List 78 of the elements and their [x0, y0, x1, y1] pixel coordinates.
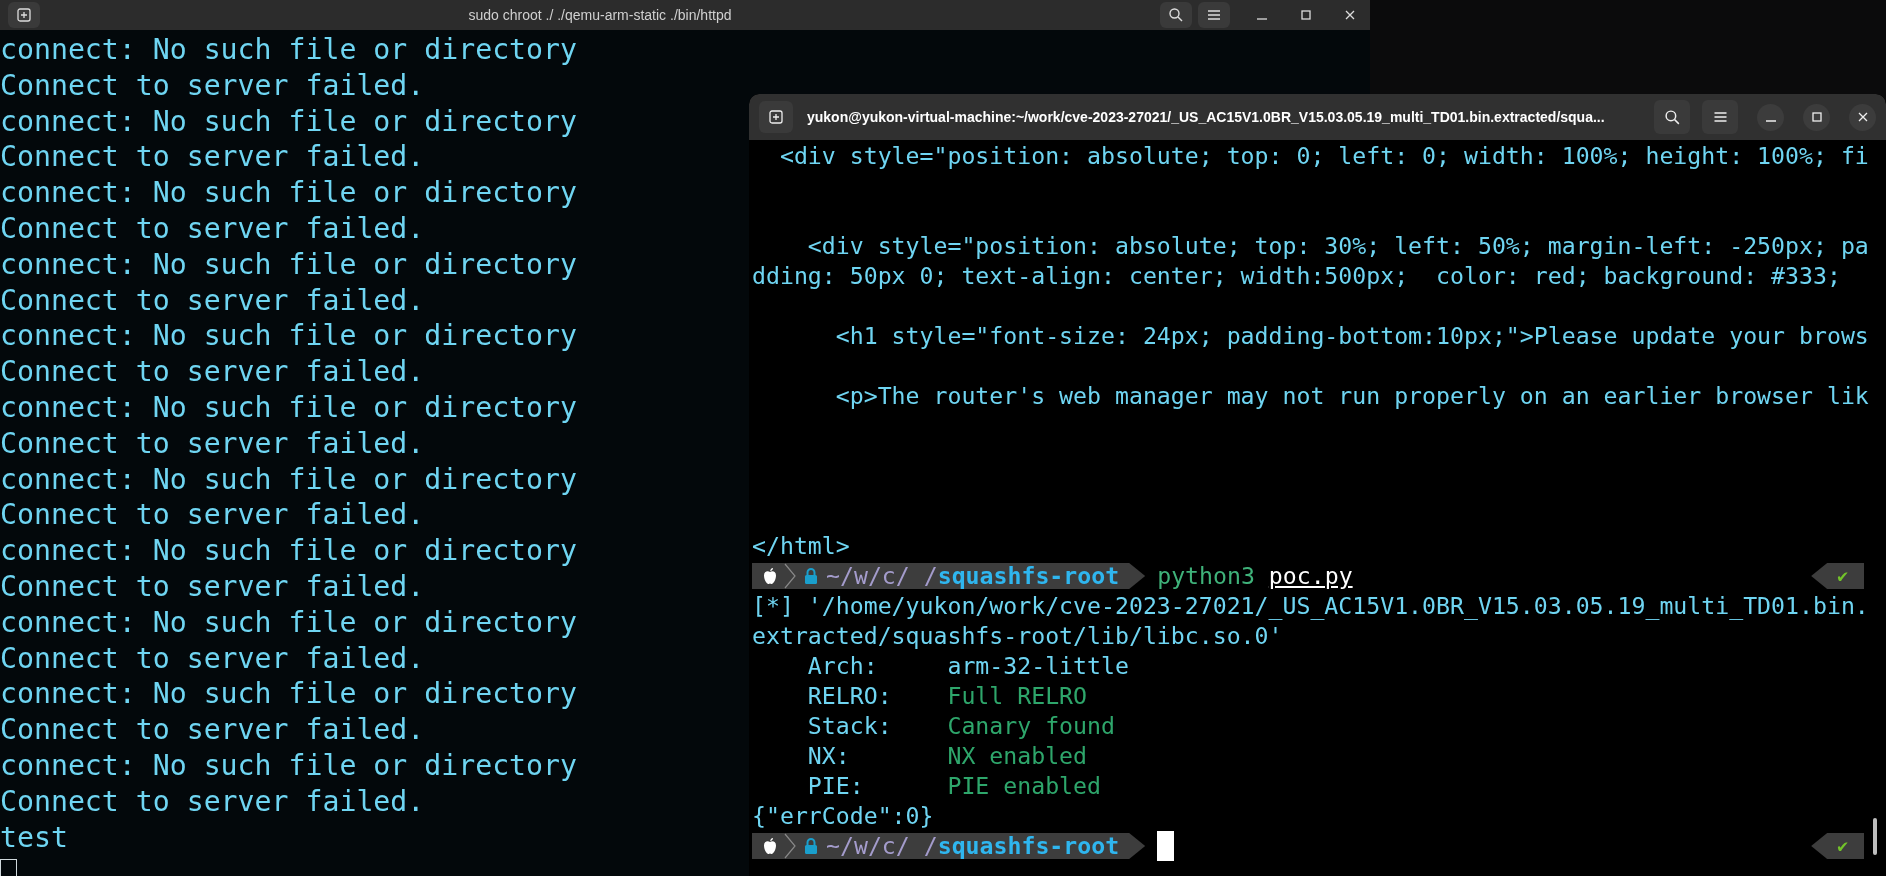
output-line: test — [0, 819, 68, 856]
output-line: <div style="position: absolute; top: 0; left: 0; width: 100%; height: 100%; fi — [778, 141, 1870, 171]
window-title: sudo chroot ./ ./qemu-arm-static ./bin/httpd — [467, 7, 733, 23]
output-line: extracted/squashfs-root/lib/libc.so.0' — [752, 621, 1284, 651]
output-line: connect: No such file or directory — [0, 676, 577, 713]
close-icon — [1345, 10, 1355, 20]
maximize-button[interactable] — [1803, 103, 1830, 131]
minimize-icon — [1765, 119, 1776, 122]
lock-icon — [804, 567, 818, 585]
field-value: PIE enabled — [947, 771, 1101, 801]
output-line: Connect to server failed. — [0, 139, 425, 176]
field-label: Arch: — [807, 651, 879, 681]
search-icon — [1663, 108, 1681, 126]
output-line: {"errCode":0} — [752, 801, 935, 831]
new-tab-button[interactable] — [759, 101, 793, 133]
output-line: connect: No such file or directory — [0, 175, 577, 211]
menu-icon — [1712, 111, 1728, 123]
prompt-path: ~/w/c/_/squashfs-root — [826, 561, 1120, 591]
field-value: arm-32-little — [947, 651, 1129, 681]
scrollbar-thumb[interactable] — [1873, 818, 1877, 855]
output-line: Connect to server failed. — [0, 211, 425, 247]
output-line: Connect to server failed. — [0, 640, 425, 677]
output-line: Connect to server failed. — [0, 712, 425, 748]
output-line: Connect to server failed. — [0, 425, 425, 462]
output-line: Connect to server failed. — [0, 497, 425, 534]
new-tab-icon — [17, 8, 31, 22]
output-line: <div style="position: absolute; top: 30%; left: 50%; margin-left: -250px; pa — [806, 231, 1870, 261]
output-line: Connect to server failed. — [0, 783, 425, 820]
window-title: yukon@yukon-virtual-machine:~/work/cve-2023-27021/_US_AC15V1.0BR_V15.03.05.19_multi_TD01.bin.extracted/squa... — [806, 109, 1606, 125]
new-tab-button[interactable] — [8, 2, 40, 28]
output-line: </html> — [752, 531, 851, 561]
output-line: <p>The router's web manager may not run properly on an earlier browser lik — [834, 381, 1870, 411]
command-argument: poc.py — [1268, 561, 1353, 591]
field-value: Full RELRO — [947, 681, 1088, 711]
apple-icon — [762, 837, 778, 855]
close-button[interactable] — [1849, 103, 1876, 131]
chevron-icon — [784, 833, 796, 859]
maximize-icon — [1811, 112, 1822, 122]
output-line: connect: No such file or directory — [0, 461, 577, 498]
field-label: Stack: — [807, 711, 893, 741]
output-line: Connect to server failed. — [0, 568, 425, 605]
output-line: connect: No such file or directory — [0, 32, 577, 68]
output-line: connect: No such file or directory — [0, 103, 577, 140]
apple-icon — [762, 567, 778, 585]
output-line: <h1 style="font-size: 24px; padding-bottom:10px;">Please update your brows — [834, 321, 1870, 351]
lock-icon — [804, 837, 818, 855]
output-line: dding: 50px 0; text-align: center; width:500px; color: red; background: #333; — [752, 261, 1842, 291]
output-line: Connect to server failed. — [0, 282, 425, 319]
output-line: connect: No such file or directory — [0, 604, 577, 641]
prompt-path: ~/w/c/_/squashfs-root — [826, 831, 1120, 861]
new-tab-icon — [769, 110, 783, 124]
search-button[interactable] — [1160, 2, 1192, 28]
search-icon — [1168, 7, 1184, 23]
menu-button[interactable] — [1702, 100, 1738, 134]
minimize-button[interactable] — [1757, 103, 1784, 131]
close-icon — [1857, 112, 1868, 122]
output-line: connect: No such file or directory — [0, 246, 577, 283]
search-button[interactable] — [1654, 100, 1690, 134]
output-line: Connect to server failed. — [0, 354, 425, 390]
status-segment: ✔ — [1811, 563, 1864, 589]
menu-icon — [1207, 9, 1221, 21]
maximize-icon — [1301, 10, 1311, 20]
command-text: python3 — [1157, 561, 1255, 591]
output-line: [*] '/home/yukon/work/cve-2023-27021/_US_AC15V1.0BR_V15.03.05.19_multi_TD01.bin. — [752, 591, 1870, 621]
menu-button[interactable] — [1198, 2, 1230, 28]
output-line: connect: No such file or directory — [0, 533, 577, 569]
field-label: NX: — [807, 741, 851, 771]
field-value: Canary found — [947, 711, 1115, 741]
field-label: PIE: — [807, 771, 865, 801]
field-value: NX enabled — [947, 741, 1088, 771]
output-line: connect: No such file or directory — [0, 747, 577, 784]
field-label: RELRO: — [807, 681, 893, 711]
status-segment: ✔ — [1811, 833, 1864, 859]
minimize-icon — [1257, 17, 1267, 20]
output-line: connect: No such file or directory — [0, 318, 577, 355]
chevron-icon — [784, 563, 796, 589]
output-line: connect: No such file or directory — [0, 389, 577, 426]
output-line: Connect to server failed. — [0, 67, 425, 104]
